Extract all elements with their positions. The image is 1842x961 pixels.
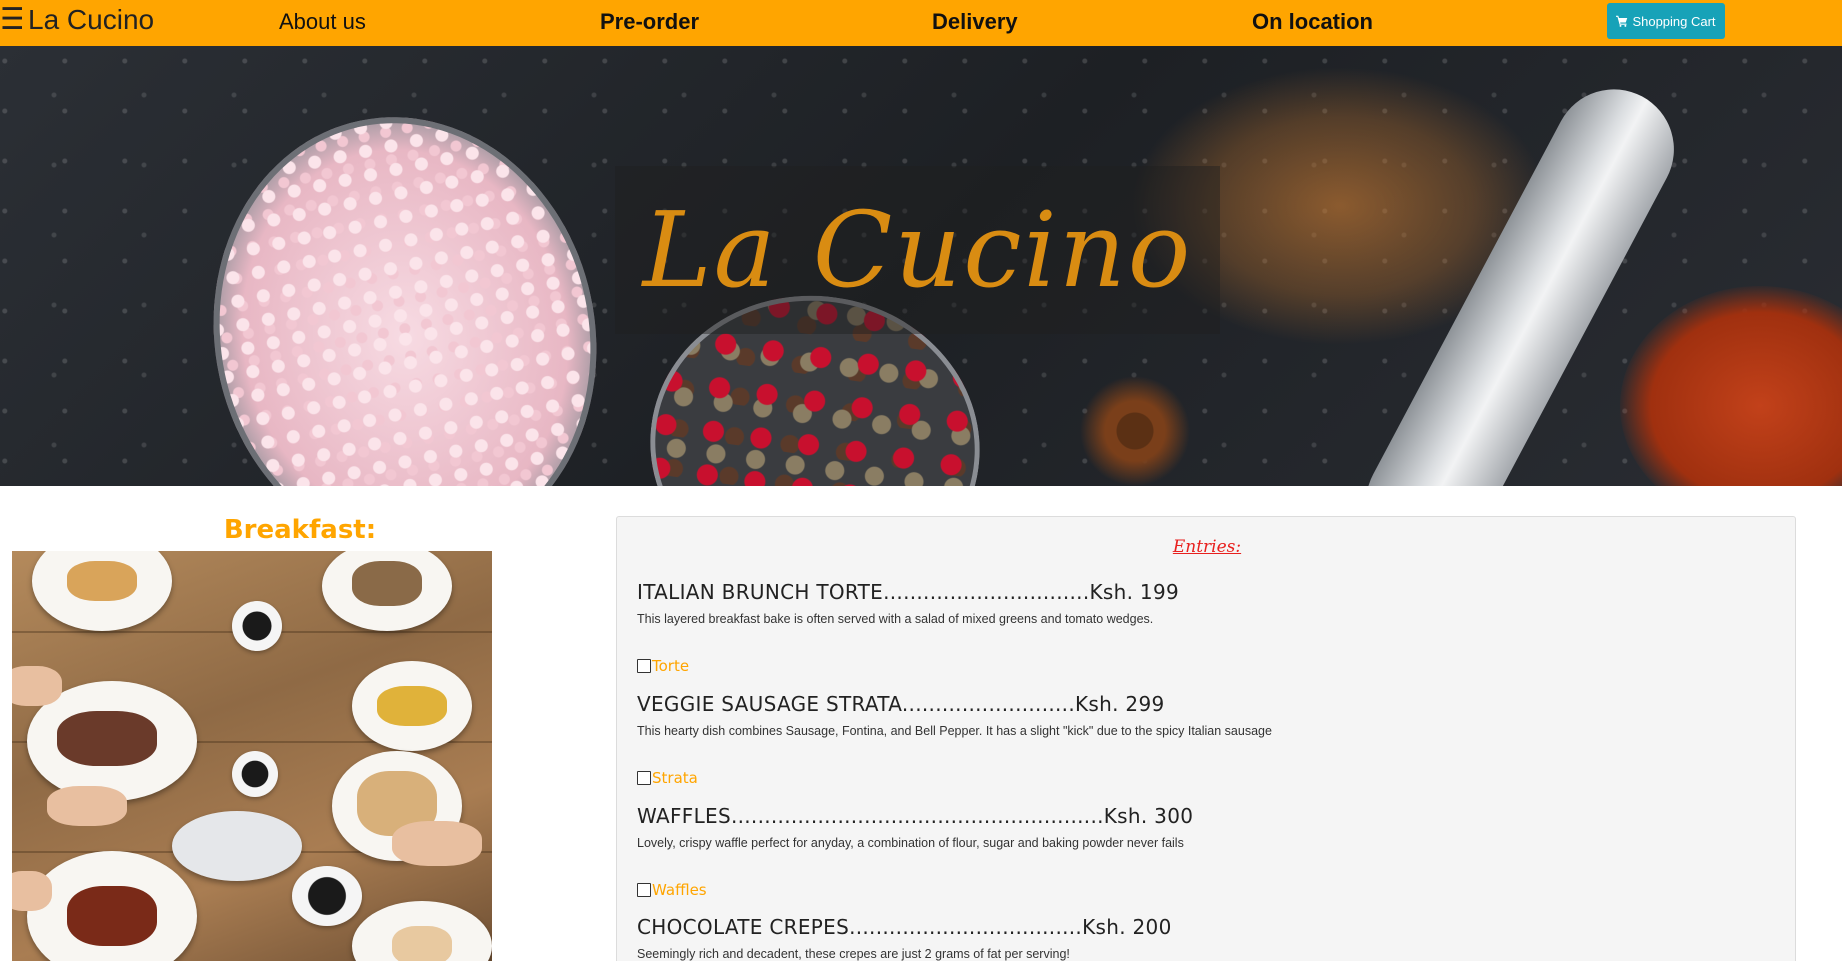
waffles-checkbox[interactable]: Waffles — [637, 881, 707, 899]
paprika-pile-decor — [1620, 286, 1842, 486]
strata-checkbox[interactable]: Strata — [637, 769, 698, 787]
shopping-cart-icon — [1616, 15, 1628, 27]
breakfast-heading: Breakfast: — [223, 515, 377, 545]
breakfast-photo — [12, 551, 492, 961]
torte-checkbox[interactable]: Torte — [637, 657, 689, 675]
checkbox-label[interactable]: Strata — [652, 769, 698, 787]
nav-link-about-us[interactable]: About us — [279, 9, 366, 35]
checkbox-box[interactable] — [637, 771, 651, 785]
menu-item: WAFFLES.................................… — [637, 804, 1777, 850]
shopping-cart-label: Shopping Cart — [1632, 13, 1716, 29]
brand-name: La Cucino — [28, 4, 155, 35]
shopping-cart-button[interactable]: Shopping Cart — [1607, 3, 1725, 39]
menu-item-title: WAFFLES.................................… — [637, 804, 1194, 828]
star-anise-decor — [1060, 376, 1210, 486]
menu-item-title: CHOCOLATE CREPES........................… — [637, 915, 1172, 939]
menu-subtitle: Entries: — [1172, 537, 1242, 557]
menu-item-title: ITALIAN BRUNCH TORTE....................… — [637, 580, 1179, 604]
menu-item-description: This layered breakfast bake is often ser… — [637, 612, 1154, 626]
checkbox-box[interactable] — [637, 883, 651, 897]
menu-item-description: Seemingly rich and decadent, these crepe… — [637, 947, 1070, 961]
salt-spoon-decor — [173, 81, 637, 486]
menu-item: CHOCOLATE CREPES........................… — [637, 915, 1777, 961]
menu-item: ITALIAN BRUNCH TORTE....................… — [637, 580, 1777, 626]
checkbox-label[interactable]: Torte — [652, 657, 689, 675]
menu-item-title: VEGGIE SAUSAGE STRATA...................… — [637, 692, 1165, 716]
checkbox-box[interactable] — [637, 659, 651, 673]
brand-link[interactable]: ☰ La Cucino — [0, 0, 154, 40]
menu-item: VEGGIE SAUSAGE STRATA...................… — [637, 692, 1777, 738]
nav-link-delivery[interactable]: Delivery — [932, 9, 1018, 35]
checkbox-label[interactable]: Waffles — [652, 881, 707, 899]
menu-item-description: This hearty dish combines Sausage, Fonti… — [637, 724, 1272, 738]
menu-panel: Entries: ITALIAN BRUNCH TORTE...........… — [616, 516, 1796, 961]
hero-title: La Cucino — [642, 189, 1193, 311]
nav-link-on-location[interactable]: On location — [1252, 9, 1373, 35]
hamburger-menu-icon[interactable]: ☰ — [0, 5, 22, 35]
hero-banner: La Cucino — [0, 46, 1842, 486]
top-navbar: ☰ La Cucino About us Pre-order Delivery … — [0, 0, 1842, 46]
nav-link-pre-order[interactable]: Pre-order — [600, 9, 699, 35]
menu-item-description: Lovely, crispy waffle perfect for anyday… — [637, 836, 1184, 850]
hero-title-box: La Cucino — [615, 166, 1220, 334]
